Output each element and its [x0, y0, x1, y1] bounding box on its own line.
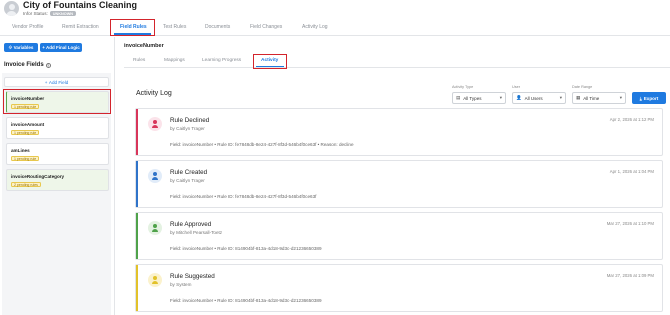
activity-title: Rule Approved — [170, 221, 212, 228]
activity-title: Rule Suggested — [170, 273, 215, 280]
tab-documents[interactable]: Documents — [205, 24, 230, 30]
activity-timestamp: Apr 1, 2026 at 1:04 PM — [609, 169, 654, 174]
tab-remit-extraction[interactable]: Remit Extraction — [62, 24, 99, 30]
user-icon — [148, 117, 162, 131]
activity-item: Rule Suggested by System Field: invoiceN… — [135, 264, 663, 312]
field-rules-tab-highlight — [110, 19, 155, 36]
activity-color-bar — [136, 265, 138, 311]
user-icon — [148, 221, 162, 235]
sub-tab-mappings[interactable]: Mappings — [164, 58, 185, 63]
field-card-invoiceroutingcategory[interactable]: invoiceRoutingCategory 2 pending rules — [6, 169, 109, 191]
chevron-down-icon: ▾ — [559, 95, 562, 100]
pending-badge: 1 pending rule — [11, 130, 40, 135]
activity-tab-highlight — [253, 54, 287, 69]
vendor-avatar-icon — [4, 1, 19, 16]
sub-tab-bar: Rules Mappings Learning Progress Activit… — [124, 53, 670, 68]
activity-type-value: All Types — [463, 95, 482, 101]
activity-timestamp: Mar 27, 2026 at 1:10 PM — [606, 221, 654, 226]
field-name: amLines — [11, 148, 30, 153]
activity-color-bar — [136, 213, 138, 259]
add-field-button[interactable]: + Add Field — [4, 77, 109, 87]
help-icon[interactable]: ? — [45, 62, 51, 68]
export-button[interactable]: ⤓ Export — [632, 92, 666, 104]
pending-badge: 1 pending rule — [11, 156, 40, 161]
activity-item: Rule Approved by Mitchell Pearsall-Toetz… — [135, 212, 663, 260]
add-field-label: Add Field — [48, 79, 69, 85]
filter-icon: ▤ — [456, 95, 461, 100]
top-tab-bar: Vendor Profile Remit Extraction Field Ru… — [0, 19, 670, 36]
add-final-logic-button[interactable]: + Add Final Logic — [40, 43, 82, 52]
field-section-title: invoiceNumber — [124, 43, 164, 49]
field-name: invoiceAmount — [11, 122, 45, 127]
activity-timestamp: Apr 2, 2026 at 1:12 PM — [609, 117, 654, 122]
field-card-invoiceamount[interactable]: invoiceAmount 1 pending rule — [6, 117, 109, 139]
tab-field-changes[interactable]: Field Changes — [250, 24, 282, 30]
calendar-icon: ▦ — [576, 95, 581, 100]
user-value: All Users — [524, 95, 543, 101]
date-range-label: Date Range — [572, 85, 593, 89]
tab-test-rules[interactable]: Test Rules — [163, 24, 186, 30]
invoice-fields-heading: Invoice Fields ? — [4, 62, 51, 68]
activity-detail: Field: invoiceNumber • Rule ID: 814904bf… — [170, 298, 322, 303]
export-label: Export — [643, 95, 659, 101]
activity-author: by Mitchell Pearsall-Toetz — [170, 230, 223, 235]
field-card-amlines[interactable]: amLines 1 pending rule — [6, 143, 109, 165]
activity-timestamp: Mar 27, 2026 at 1:09 PM — [606, 273, 654, 278]
date-range-value: All Time — [583, 95, 600, 101]
activity-color-bar — [136, 109, 138, 155]
tab-vendor-profile[interactable]: Vendor Profile — [12, 24, 43, 30]
activity-item: Rule Created by Caitlyn Trager Field: in… — [135, 160, 663, 208]
plus-icon: + — [44, 79, 48, 85]
date-range-select[interactable]: ▦ All Time ▾ — [572, 92, 626, 104]
user-icon — [148, 273, 162, 287]
activity-detail: Field: invoiceNumber • Rule ID: fe7848db… — [170, 142, 354, 147]
activity-author: by Caitlyn Trager — [170, 126, 205, 131]
activity-type-label: Activity Type — [452, 85, 474, 89]
selected-field-highlight — [3, 89, 111, 114]
sub-tab-rules[interactable]: Rules — [133, 58, 145, 63]
status-badge: UNKNOWN — [49, 11, 77, 16]
activity-author: by Caitlyn Trager — [170, 178, 205, 183]
field-name: invoiceRoutingCategory — [11, 174, 65, 179]
chevron-down-icon: ▾ — [499, 95, 502, 100]
activity-detail: Field: invoiceNumber • Rule ID: 814904bf… — [170, 246, 322, 251]
chevron-down-icon: ▾ — [619, 95, 622, 100]
user-icon — [148, 169, 162, 183]
user-icon: 👤 — [516, 95, 522, 100]
activity-log-title: Activity Log — [136, 90, 172, 97]
variables-label: Variables — [13, 45, 34, 50]
variables-icon: ⟐ — [8, 45, 13, 50]
add-final-logic-label: + Add Final Logic — [42, 45, 80, 50]
activity-title: Rule Declined — [170, 117, 210, 124]
page-header: City of Fountains Cleaning Infor Status:… — [0, 0, 670, 19]
download-icon: ⤓ — [639, 95, 642, 101]
left-panel: ⟐ Variables + Add Final Logic Invoice Fi… — [0, 37, 115, 315]
page-title: City of Fountains Cleaning — [23, 0, 137, 10]
invoice-fields-label: Invoice Fields — [4, 62, 44, 68]
status-row: Infor Status: UNKNOWN — [23, 11, 77, 16]
activity-color-bar — [136, 161, 138, 207]
sub-tab-learning-progress[interactable]: Learning Progress — [202, 58, 241, 63]
status-label: Infor Status: — [23, 11, 48, 16]
activity-type-select[interactable]: ▤ All Types ▾ — [452, 92, 506, 104]
pending-badge: 2 pending rules — [11, 182, 41, 187]
variables-button[interactable]: ⟐ Variables — [4, 43, 38, 52]
user-select[interactable]: 👤 All Users ▾ — [512, 92, 566, 104]
activity-title: Rule Created — [170, 169, 208, 176]
activity-detail: Field: invoiceNumber • Rule ID: fe7848db… — [170, 194, 317, 199]
activity-item: Rule Declined by Caitlyn Trager Field: i… — [135, 108, 663, 156]
tab-activity-log[interactable]: Activity Log — [302, 24, 328, 30]
user-label: User — [512, 85, 521, 89]
activity-author: by System — [170, 282, 192, 287]
